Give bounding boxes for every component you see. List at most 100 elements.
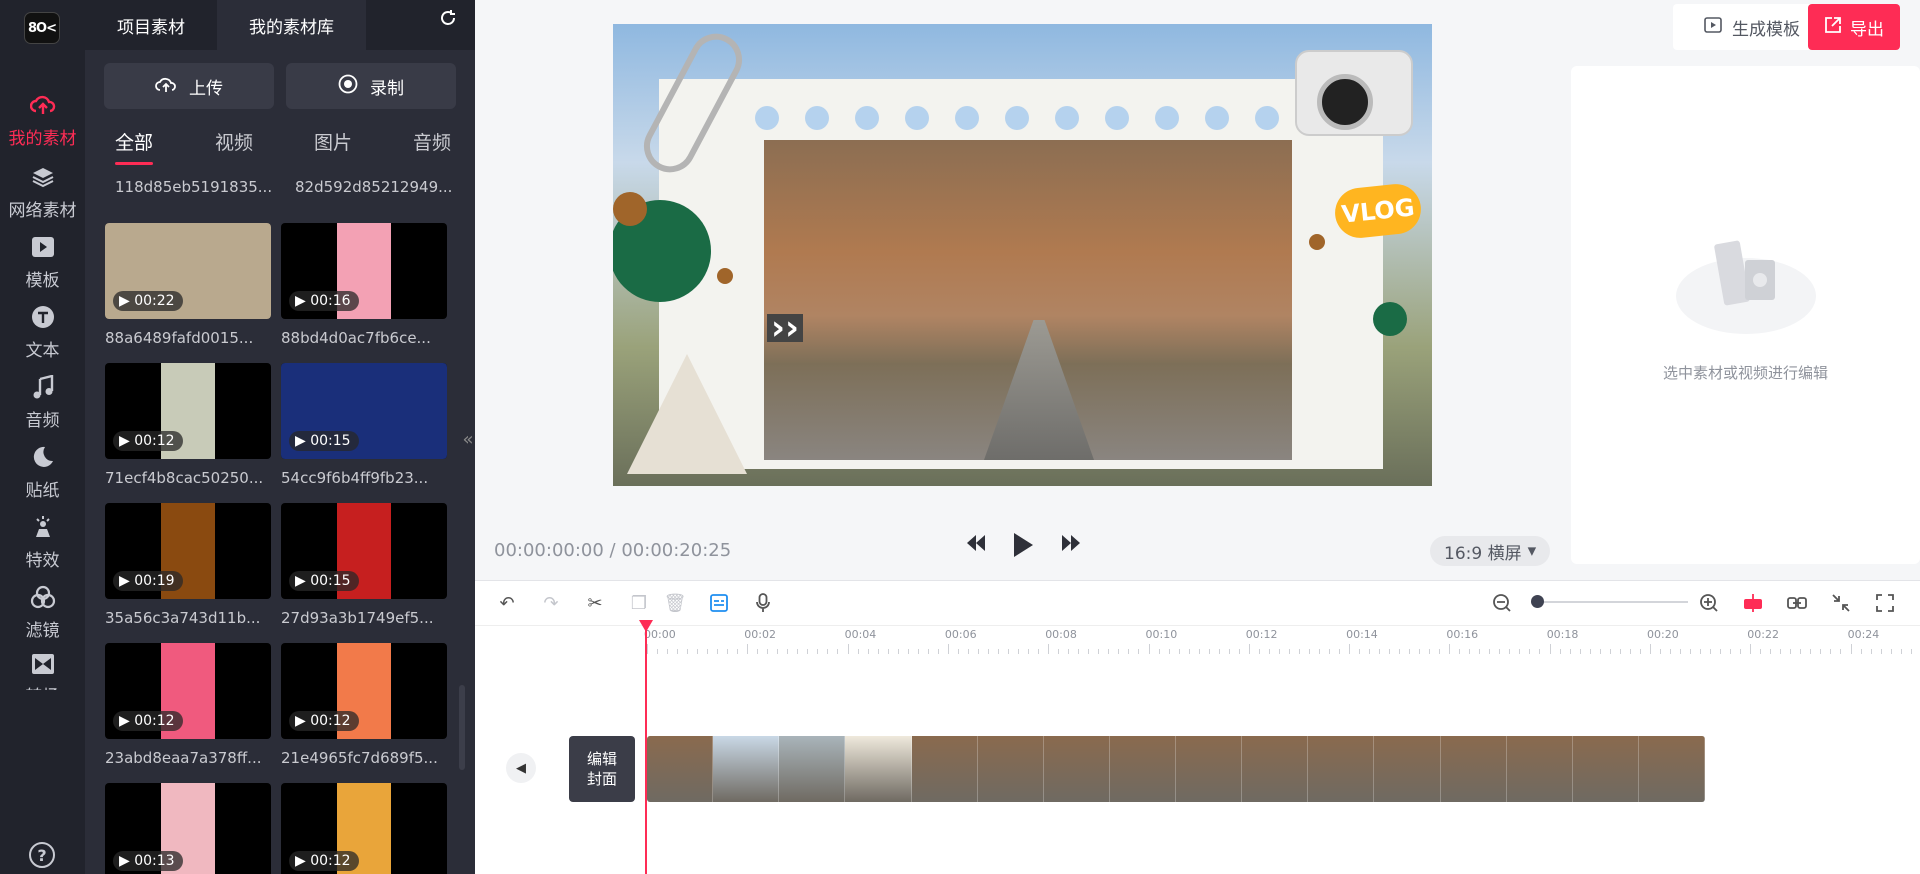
duration-badge: ▶ 00:19 [113, 571, 183, 591]
media-card[interactable]: ▶ 00:13 [105, 783, 271, 874]
track-volume-icon[interactable]: ◀ [506, 753, 536, 783]
ruler-tick [867, 649, 869, 654]
media-card[interactable]: ▶ 00:12 23abd8eaa7a378ff... [105, 643, 271, 767]
refresh-icon[interactable] [439, 8, 457, 32]
ruler-tick [1639, 649, 1641, 654]
zoom-slider-track[interactable] [1536, 601, 1688, 603]
ruler-tick [1308, 649, 1310, 654]
ruler-tick [1088, 649, 1090, 654]
duration-badge: ▶ 00:12 [289, 711, 359, 731]
collapse-arrows-icon[interactable] [1829, 591, 1853, 615]
filter-image[interactable]: 图片 [314, 128, 352, 155]
fast-forward-icon[interactable] [1061, 535, 1081, 556]
scissors-icon[interactable]: ✂ [583, 591, 607, 615]
zoom-in-icon[interactable] [1697, 591, 1721, 615]
track-frame [977, 736, 1044, 802]
ruler-tick-label: 00:14 [1346, 628, 1378, 641]
play-icon[interactable] [1012, 532, 1034, 563]
export-button[interactable]: 导出 [1808, 4, 1900, 50]
media-thumbnail[interactable]: ▶ 00:12 [105, 363, 271, 459]
tab-project-materials[interactable]: 项目素材 [85, 0, 217, 50]
media-card[interactable]: ▶ 00:16 88bd4d0ac7fb6ce... [281, 223, 447, 347]
media-thumbnail[interactable]: ▶ 00:12 [105, 643, 271, 739]
media-thumbnail[interactable]: ▶ 00:12 [281, 643, 447, 739]
aspect-ratio-select[interactable]: 16:9 横屏 ▾ [1430, 536, 1551, 566]
media-thumbnail[interactable]: ▶ 00:19 [105, 503, 271, 599]
ruler-tick-label: 00:00 [644, 628, 676, 641]
duration-badge: ▶ 00:22 [113, 291, 183, 311]
ruler-tick [1860, 649, 1862, 654]
link-icon[interactable] [1785, 591, 1809, 615]
media-thumbnail[interactable]: ▶ 00:16 [281, 223, 447, 319]
track-frame [1440, 736, 1507, 802]
tab-my-library[interactable]: 我的素材库 [217, 0, 366, 50]
delete-icon[interactable]: 🗑 [663, 591, 687, 615]
ruler-tick [1790, 649, 1792, 654]
media-card[interactable]: ▶ 00:15 54cc9f6b4ff9fb23... [281, 363, 447, 487]
filter-video[interactable]: 视频 [215, 128, 253, 155]
panel-scrollbar[interactable] [459, 685, 465, 770]
microphone-icon[interactable] [751, 591, 775, 615]
media-thumbnail[interactable]: ▶ 00:15 [281, 363, 447, 459]
ruler-tick [1660, 649, 1661, 654]
filter-audio[interactable]: 音频 [413, 128, 451, 155]
nav-transitions[interactable]: 转场 [0, 640, 85, 690]
media-card[interactable]: ▶ 00:15 27d93a3b1749ef5... [281, 503, 447, 627]
ruler-tick [1208, 649, 1210, 654]
video-editor-app: 8O< 我的素材 网络素材 模板 文本 音频 贴纸 特效 滤镜 ? 项目素材 我… [0, 0, 1920, 874]
media-thumbnail[interactable]: ▶ 00:13 [105, 783, 271, 874]
subtitle-icon[interactable] [707, 591, 731, 615]
upload-button[interactable]: 上传 [104, 63, 274, 109]
edit-cover-button[interactable]: 编辑 封面 [569, 736, 635, 802]
help-circle-icon[interactable]: ? [29, 842, 55, 868]
decor-camera [1295, 50, 1413, 136]
media-card[interactable]: ▶ 00:12 21e4965fc7d689f5... [281, 643, 447, 767]
ruler-tick [1098, 649, 1100, 654]
copy-icon[interactable]: ❐ [627, 591, 651, 615]
media-card[interactable]: ▶ 00:12 71ecf4b8cac50250... [105, 363, 271, 487]
track-frame [1242, 736, 1309, 802]
ruler-tick [997, 649, 999, 654]
media-card[interactable]: ▶ 00:19 35a56c3a743d11b... [105, 503, 271, 627]
video-track-clip[interactable] [647, 736, 1705, 802]
caret-down-icon: ▾ [1527, 541, 1537, 561]
record-button[interactable]: 录制 [286, 63, 456, 109]
filter-all[interactable]: 全部 [115, 128, 154, 165]
timeline-ruler[interactable]: 00:00 00:02 00:04 00:06 00:08 00:10 00:12 00:14… [475, 625, 1920, 655]
card-name: 88bd4d0ac7fb6ce... [281, 329, 431, 347]
duration-badge: ▶ 00:15 [289, 431, 359, 451]
playhead[interactable] [645, 624, 647, 874]
media-card[interactable]: ▶ 00:12 [281, 783, 447, 874]
ruler-tick [907, 649, 909, 654]
media-card[interactable]: ▶ 00:22 88a6489fafd0015... [105, 223, 271, 347]
zoom-slider-knob[interactable] [1531, 595, 1544, 608]
ruler-tick-label: 00:02 [744, 628, 776, 641]
empty-media-illustration [1676, 240, 1816, 334]
frame-hole [1255, 106, 1279, 130]
ruler-tick [887, 649, 889, 654]
video-preview-canvas[interactable]: VLOG ›› [613, 24, 1432, 486]
undo-icon[interactable]: ↶ [495, 591, 519, 615]
track-frame [1308, 736, 1375, 802]
nav-label: 音频 [25, 410, 60, 431]
frame-hole [755, 106, 779, 130]
empty-hint: 选中素材或视频进行编辑 [1662, 364, 1828, 382]
material-tabs: 项目素材 我的素材库 [85, 0, 475, 50]
frame-hole [905, 106, 929, 130]
zoom-out-icon[interactable] [1490, 591, 1514, 615]
media-thumbnail[interactable]: ▶ 00:12 [281, 783, 447, 874]
split-snap-icon[interactable] [1741, 591, 1765, 615]
media-thumbnail[interactable]: ▶ 00:22 [105, 223, 271, 319]
fullscreen-icon[interactable] [1873, 591, 1897, 615]
vlog-sticker: VLOG [1332, 181, 1424, 241]
rewind-icon[interactable] [966, 535, 986, 556]
ruler-tick [1469, 649, 1471, 654]
ruler-tick [1318, 649, 1320, 654]
ruler-tick [1007, 649, 1009, 654]
track-frame [1109, 736, 1176, 802]
frame-hole [1005, 106, 1029, 130]
redo-icon[interactable]: ↷ [539, 591, 563, 615]
media-thumbnail[interactable]: ▶ 00:15 [281, 503, 447, 599]
ruler-tick [757, 649, 759, 654]
ruler-tick [807, 649, 809, 654]
